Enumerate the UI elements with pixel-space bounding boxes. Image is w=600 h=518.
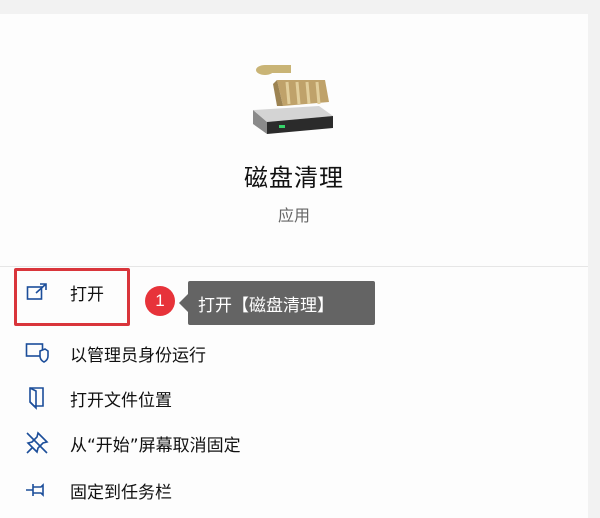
app-header: 磁盘清理 应用 <box>0 14 588 266</box>
menu-item-label: 从“开始”屏幕取消固定 <box>70 435 241 456</box>
menu-item-label: 打开文件位置 <box>70 390 172 411</box>
pin-taskbar-icon <box>24 477 50 503</box>
file-location-icon <box>24 385 50 411</box>
disk-cleanup-icon <box>253 65 333 134</box>
admin-shield-icon <box>24 340 50 366</box>
unpin-icon <box>24 430 50 456</box>
step-badge: 1 <box>145 286 175 316</box>
menu-item-label: 以管理员身份运行 <box>70 345 206 366</box>
divider <box>0 266 588 267</box>
menu-item-pin-taskbar[interactable]: 固定到任务栏 <box>24 473 172 507</box>
menu-item-open-file-location[interactable]: 打开文件位置 <box>24 381 172 415</box>
menu-item-label: 固定到任务栏 <box>70 482 172 503</box>
app-title: 磁盘清理 <box>244 164 344 192</box>
menu-item-unpin-start[interactable]: 从“开始”屏幕取消固定 <box>24 426 241 460</box>
highlight-box <box>14 268 130 326</box>
menu-item-run-as-admin[interactable]: 以管理员身份运行 <box>24 336 206 370</box>
app-type-label: 应用 <box>277 206 310 225</box>
tooltip: 打开【磁盘清理】 <box>179 281 375 325</box>
